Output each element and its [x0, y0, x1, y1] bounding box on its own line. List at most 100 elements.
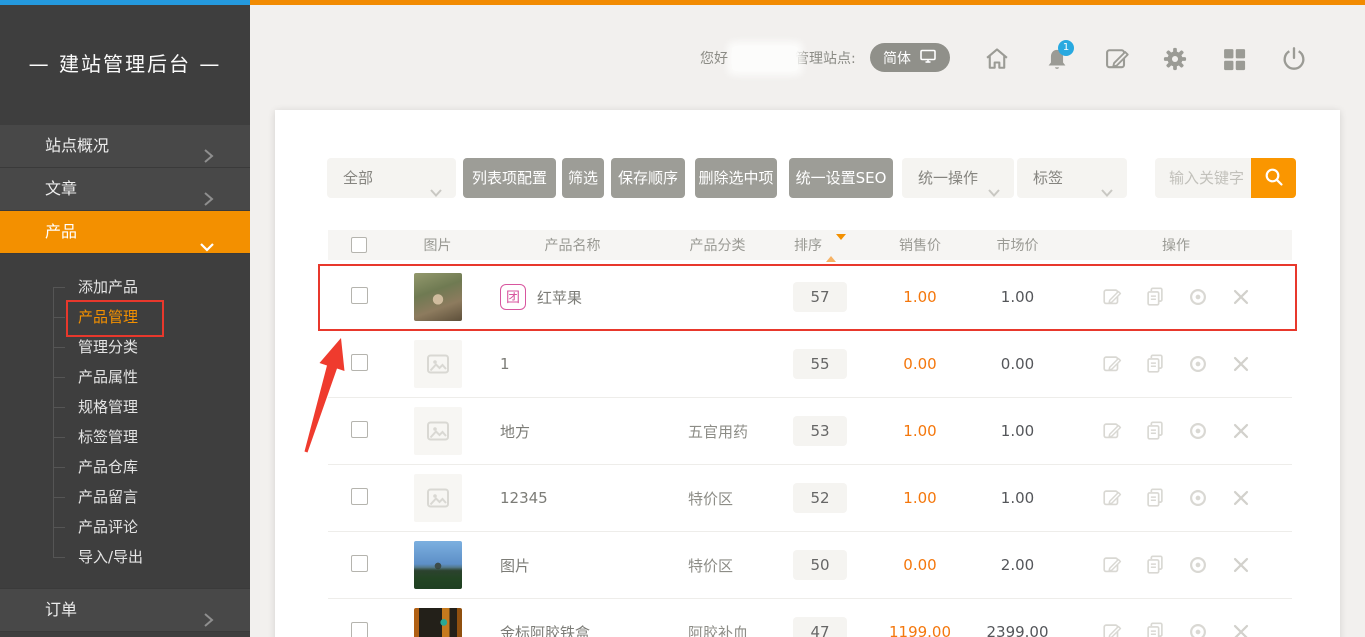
sort-value[interactable]: 50 [793, 550, 847, 580]
submenu-tag-management[interactable]: 标签管理 [0, 422, 250, 452]
submenu-manage-category[interactable]: 管理分类 [0, 332, 250, 362]
row-checkbox[interactable] [351, 421, 368, 438]
product-name[interactable]: 红苹果 [537, 287, 582, 308]
save-order-button[interactable]: 保存顺序 [611, 158, 685, 198]
row-checkbox[interactable] [351, 555, 368, 572]
delete-x-icon[interactable] [1230, 554, 1252, 576]
row-checkbox[interactable] [351, 622, 368, 637]
logout-power-icon[interactable] [1280, 45, 1308, 73]
edit-icon[interactable] [1101, 621, 1123, 637]
delete-x-icon[interactable] [1230, 621, 1252, 637]
view-eye-icon[interactable] [1187, 621, 1209, 637]
sale-price: 0.00 [865, 556, 975, 574]
dropdown-selected-value: 统一操作 [918, 169, 978, 187]
product-name[interactable]: 12345 [500, 489, 548, 507]
submenu-product-warehouse[interactable]: 产品仓库 [0, 452, 250, 482]
product-image[interactable] [414, 340, 462, 388]
product-image[interactable] [414, 541, 462, 589]
group-buy-badge: 团 [500, 284, 526, 310]
row-checkbox[interactable] [351, 354, 368, 371]
product-name[interactable]: 金标阿胶铁盒 [500, 622, 590, 637]
product-image[interactable] [414, 407, 462, 455]
delete-x-icon[interactable] [1230, 353, 1252, 375]
submenu-spec-management[interactable]: 规格管理 [0, 392, 250, 422]
apps-grid-icon[interactable] [1220, 45, 1248, 73]
edit-icon[interactable] [1101, 286, 1123, 308]
monitor-icon [919, 48, 937, 68]
product-image[interactable] [414, 474, 462, 522]
notification-bell-icon[interactable]: 1 [1043, 45, 1071, 73]
sale-price: 1.00 [865, 489, 975, 507]
chevron-right-icon [201, 602, 215, 637]
copy-icon[interactable] [1144, 554, 1166, 576]
manage-site-label: 管理站点: [795, 48, 856, 68]
product-image[interactable] [414, 273, 462, 321]
edit-icon[interactable] [1101, 420, 1123, 442]
view-eye-icon[interactable] [1187, 487, 1209, 509]
sort-value[interactable]: 52 [793, 483, 847, 513]
market-price: 2399.00 [975, 623, 1060, 637]
sort-value[interactable]: 55 [793, 349, 847, 379]
product-image[interactable] [414, 608, 462, 637]
delete-selected-button[interactable]: 删除选中项 [695, 158, 777, 198]
edit-icon[interactable] [1101, 487, 1123, 509]
delete-x-icon[interactable] [1230, 487, 1252, 509]
language-switch-button[interactable]: 简体 [870, 43, 950, 72]
search-button[interactable] [1251, 158, 1296, 198]
edit-icon[interactable] [1101, 353, 1123, 375]
sort-value[interactable]: 53 [793, 416, 847, 446]
view-eye-icon[interactable] [1187, 286, 1209, 308]
top-header: 您好 管理站点: 简体 1 [250, 5, 1365, 110]
sidebar-item-label: 订单 [45, 600, 77, 619]
edit-compose-icon[interactable] [1103, 45, 1131, 73]
sidebar-item-products[interactable]: 产品 [0, 211, 250, 254]
col-category: 产品分类 [660, 235, 775, 255]
product-name[interactable]: 图片 [500, 555, 530, 576]
image-placeholder-icon [426, 486, 450, 510]
view-eye-icon[interactable] [1187, 554, 1209, 576]
list-config-button[interactable]: 列表项配置 [463, 158, 556, 198]
product-name[interactable]: 地方 [500, 421, 530, 442]
batch-operation-dropdown[interactable]: 统一操作 [902, 158, 1014, 198]
home-icon[interactable] [983, 45, 1011, 73]
category-filter-dropdown[interactable]: 全部 [327, 158, 456, 198]
submenu-product-management[interactable]: 产品管理 [0, 302, 250, 332]
sidebar-menu: 站点概况 文章 产品 [0, 125, 250, 254]
submenu-add-product[interactable]: 添加产品 [0, 272, 250, 302]
filter-button[interactable]: 筛选 [562, 158, 604, 198]
view-eye-icon[interactable] [1187, 353, 1209, 375]
delete-x-icon[interactable] [1230, 420, 1252, 442]
select-all-checkbox[interactable] [351, 237, 367, 253]
view-eye-icon[interactable] [1187, 420, 1209, 442]
copy-icon[interactable] [1144, 487, 1166, 509]
row-checkbox[interactable] [351, 488, 368, 505]
copy-icon[interactable] [1144, 286, 1166, 308]
sidebar-item-site-overview[interactable]: 站点概况 [0, 125, 250, 168]
sidebar-item-orders[interactable]: 订单 [0, 589, 250, 632]
copy-icon[interactable] [1144, 420, 1166, 442]
row-checkbox[interactable] [351, 287, 368, 304]
submenu-import-export[interactable]: 导入/导出 [0, 542, 250, 572]
tag-dropdown[interactable]: 标签 [1017, 158, 1127, 198]
delete-x-icon[interactable] [1230, 286, 1252, 308]
sale-price: 0.00 [865, 355, 975, 373]
sidebar-item-articles[interactable]: 文章 [0, 168, 250, 211]
copy-icon[interactable] [1144, 621, 1166, 637]
submenu-product-attrs[interactable]: 产品属性 [0, 362, 250, 392]
product-name[interactable]: 1 [500, 355, 510, 373]
col-sort[interactable]: 排序 [775, 235, 865, 256]
seo-batch-button[interactable]: 统一设置SEO [789, 158, 893, 198]
col-market-price: 市场价 [975, 235, 1060, 255]
search-input[interactable] [1155, 158, 1251, 198]
copy-icon[interactable] [1144, 353, 1166, 375]
sort-value[interactable]: 57 [793, 282, 847, 312]
settings-gear-icon[interactable] [1161, 45, 1189, 73]
table-row: 地方 五官用药 53 1.00 1.00 [328, 398, 1292, 465]
chevron-down-icon [987, 173, 1001, 213]
submenu-product-messages[interactable]: 产品留言 [0, 482, 250, 512]
chevron-down-icon [1100, 173, 1114, 213]
sort-value[interactable]: 47 [793, 617, 847, 637]
edit-icon[interactable] [1101, 554, 1123, 576]
submenu-product-reviews[interactable]: 产品评论 [0, 512, 250, 542]
sort-arrows-icon[interactable] [826, 240, 846, 256]
